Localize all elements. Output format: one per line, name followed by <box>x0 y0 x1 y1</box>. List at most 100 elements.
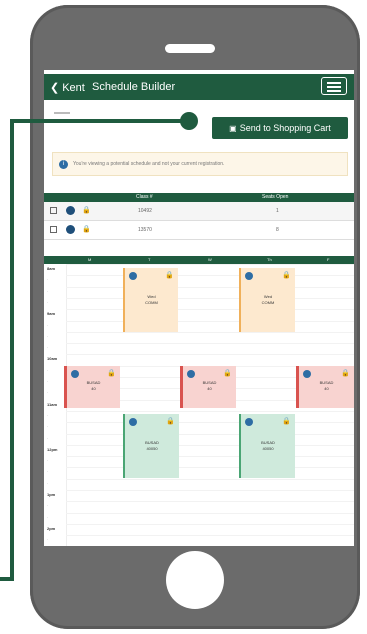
calendar-event[interactable]: 🔒 Wed COMM <box>239 268 295 332</box>
callout-line <box>0 577 14 581</box>
calendar-event[interactable]: 🔒 BUSAD 40 <box>296 366 354 408</box>
time-label: 11am <box>47 401 58 407</box>
page-title: Schedule Builder <box>92 81 176 93</box>
time-label: 9am <box>47 311 56 317</box>
lock-icon[interactable]: 🔒 <box>223 369 232 377</box>
grid-line <box>66 422 354 424</box>
day-fri: F <box>327 257 330 262</box>
info-icon: i <box>59 159 68 169</box>
time-label: · <box>47 322 49 328</box>
calendar-header: M T W Th F <box>44 256 354 264</box>
speaker-slot <box>165 44 215 53</box>
class-number: 13570 <box>138 227 152 233</box>
chevron-left-icon: ❮ <box>50 82 60 94</box>
grid-line <box>66 501 354 503</box>
course-table-header: Class # Seats Open <box>44 193 354 202</box>
info-icon[interactable] <box>66 225 75 234</box>
info-icon[interactable] <box>66 206 75 215</box>
grid-line <box>66 354 354 356</box>
grid-line <box>66 490 354 491</box>
col-header-class: Class # <box>136 194 153 200</box>
grid-line <box>66 297 354 299</box>
event-label: BUSAD 40 <box>86 380 101 391</box>
class-number: 10492 <box>138 208 152 214</box>
event-label: BUSAD 40050 <box>261 440 275 451</box>
calendar-event[interactable]: 🔒 BUSAD 40050 <box>239 414 295 478</box>
col-header-seats: Seats Open <box>262 194 289 200</box>
day-mon: M <box>88 257 92 262</box>
time-label: · <box>47 458 49 464</box>
day-thu: Th <box>267 257 272 262</box>
lock-icon[interactable]: 🔒 <box>282 417 291 425</box>
calendar-event[interactable]: 🔒 BUSAD 40 <box>180 366 236 408</box>
info-icon[interactable] <box>187 370 195 378</box>
home-button[interactable] <box>166 551 224 609</box>
info-icon[interactable] <box>303 370 311 378</box>
calendar-event[interactable]: 🔒 BUSAD 40 <box>64 366 120 408</box>
info-icon[interactable] <box>71 370 79 378</box>
time-label: · <box>47 469 49 475</box>
info-text: You're viewing a potential schedule and … <box>73 161 225 167</box>
grid-line <box>66 343 354 345</box>
grid-line <box>66 331 354 333</box>
seats-open: 8 <box>276 227 279 233</box>
lock-icon[interactable]: 🔒 <box>341 369 350 377</box>
info-icon[interactable] <box>129 272 137 280</box>
time-label: · <box>47 288 49 294</box>
time-label: · <box>47 537 49 543</box>
time-label: · <box>47 412 49 418</box>
send-to-cart-button[interactable]: ▣ Send to Shopping Cart <box>212 117 348 139</box>
info-icon[interactable] <box>129 418 137 426</box>
back-label: Kent <box>62 82 85 94</box>
grid-line <box>66 478 354 480</box>
lock-icon[interactable]: 🔒 <box>282 271 291 279</box>
info-icon[interactable] <box>245 418 253 426</box>
callout-marker <box>180 112 198 130</box>
checkbox-icon[interactable] <box>50 207 57 214</box>
back-link[interactable]: ❮ Kent <box>50 81 85 94</box>
lock-icon[interactable]: 🔒 <box>165 271 174 279</box>
day-wed: W <box>208 257 212 262</box>
time-label: · <box>47 367 49 373</box>
send-to-cart-label: Send to Shopping Cart <box>239 123 331 133</box>
event-label: Wed COMM <box>261 294 275 305</box>
grid-line <box>66 275 354 277</box>
event-label: BUSAD 40050 <box>145 440 159 451</box>
grid-line <box>66 320 354 322</box>
grid-line <box>66 286 354 288</box>
time-label: · <box>47 345 49 351</box>
grid-line <box>66 309 354 311</box>
calendar-event[interactable]: 🔒 BUSAD 40050 <box>123 414 179 478</box>
grid-line <box>66 523 354 525</box>
seats-open: 1 <box>276 208 279 214</box>
callout-line <box>14 119 186 123</box>
grid-line <box>66 456 354 458</box>
course-table: Class # Seats Open 🔒 10492 1 🔒 13570 8 <box>44 193 354 240</box>
info-icon[interactable] <box>245 272 253 280</box>
day-tue: T <box>148 257 151 262</box>
grid-line <box>66 512 354 514</box>
menu-icon[interactable] <box>321 77 347 95</box>
time-label: 2pm <box>47 525 56 531</box>
calendar: M T W Th F 8am · · · 9am · · · 10am · · · 11am · · · 12p… <box>44 256 354 546</box>
lock-icon[interactable]: 🔒 <box>166 417 175 425</box>
time-label: · <box>47 333 49 339</box>
time-label: · <box>47 299 49 305</box>
lock-icon[interactable]: 🔒 <box>82 225 91 233</box>
time-label: · <box>47 514 49 520</box>
calendar-event[interactable]: 🔒 Wed COMM <box>123 268 178 332</box>
cart-icon: ▣ <box>229 123 237 133</box>
lock-icon[interactable]: 🔒 <box>107 369 116 377</box>
grid-line <box>66 264 354 265</box>
event-label: BUSAD 40 <box>202 380 217 391</box>
time-label: · <box>47 435 49 441</box>
event-label: Wed COMM <box>145 294 158 305</box>
checkbox-icon[interactable] <box>50 226 57 233</box>
time-label: 12pm <box>47 446 58 452</box>
app-header: ❮ Kent Schedule Builder <box>44 74 354 100</box>
phone-screen: ❮ Kent Schedule Builder ▣ Send to Shoppin… <box>44 70 354 546</box>
table-row: 🔒 10492 1 <box>44 202 354 221</box>
grid-line <box>66 410 354 412</box>
time-label: · <box>47 424 49 430</box>
lock-icon[interactable]: 🔒 <box>82 206 91 214</box>
